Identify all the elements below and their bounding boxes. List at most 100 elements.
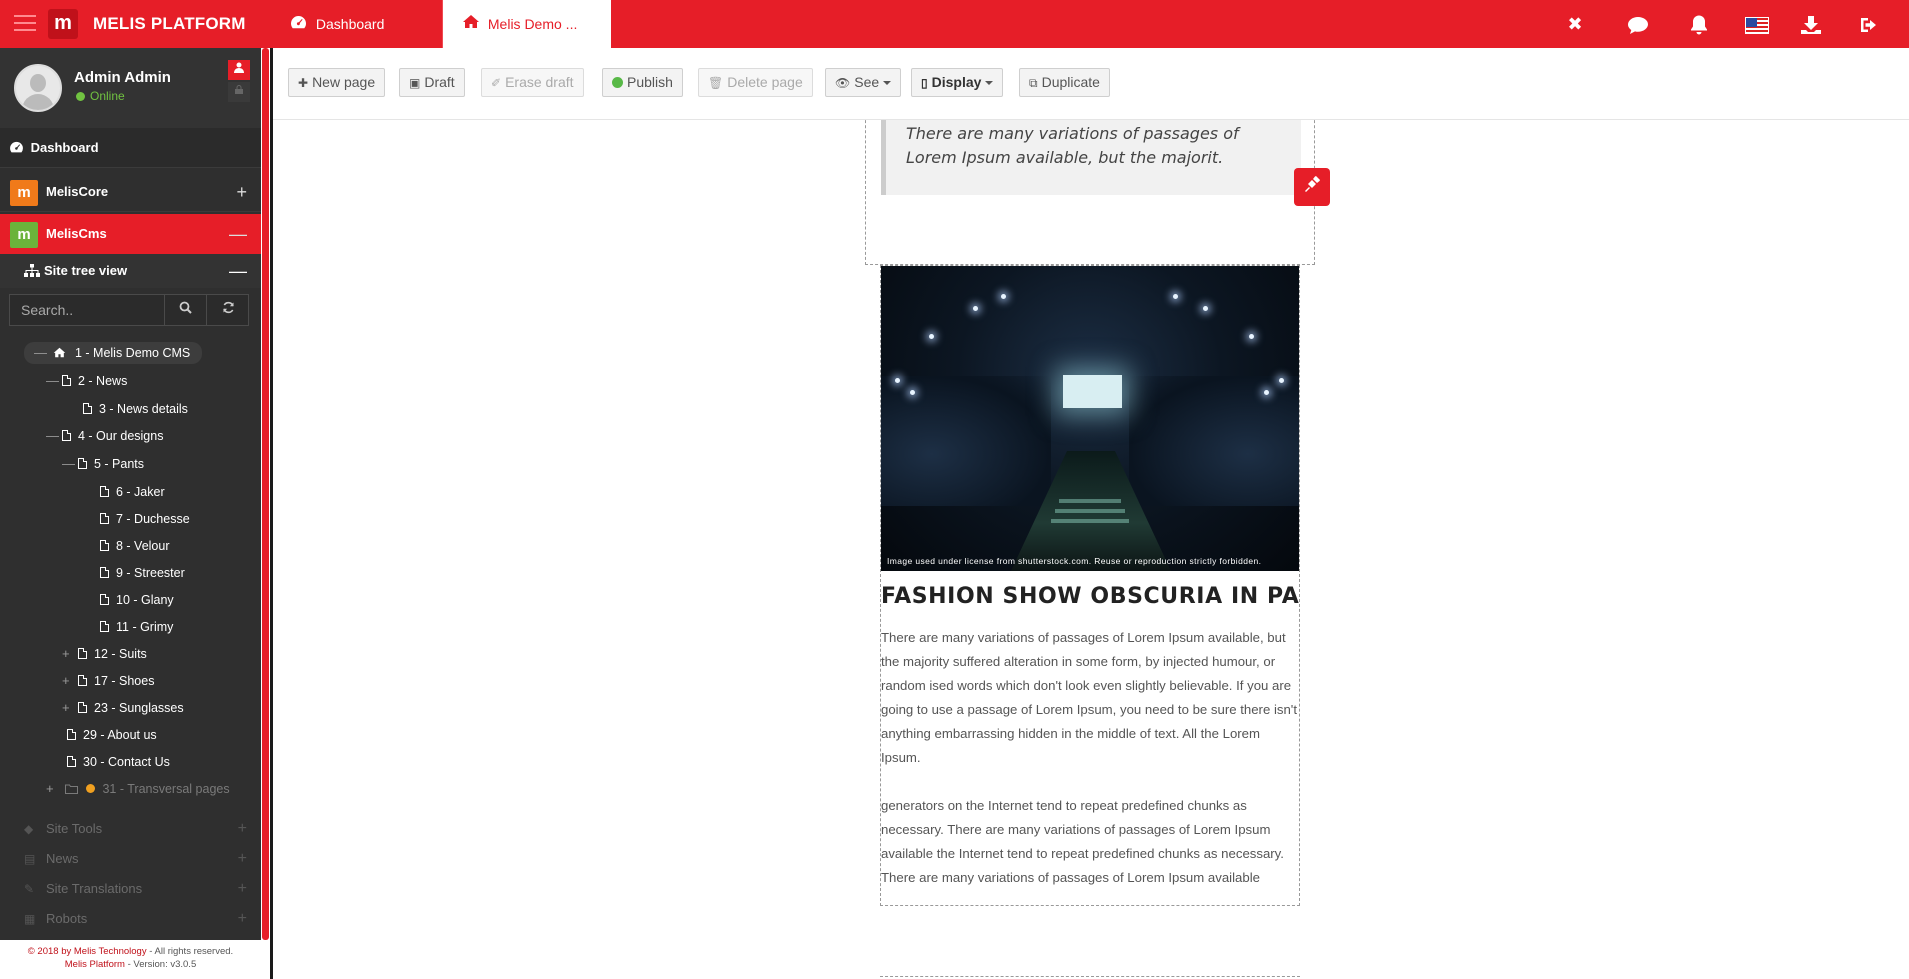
collapse-icon[interactable]: — (229, 214, 247, 254)
refresh-icon[interactable] (207, 295, 249, 325)
home-icon (53, 346, 71, 360)
search-input[interactable] (10, 295, 165, 325)
plugin-icon[interactable] (1294, 168, 1330, 206)
expand-icon[interactable]: + (62, 697, 78, 719)
tab-melis-demo[interactable]: Melis Demo ... (443, 0, 611, 48)
sidebar-item-label: Robots (46, 911, 88, 926)
user-name: Admin Admin (74, 69, 171, 86)
new-page-button[interactable]: ✚ New page (288, 68, 386, 97)
tree-node[interactable]: 8 - Velour (100, 535, 170, 557)
tree-node[interactable]: + 31 - Transversal pages (46, 778, 230, 800)
page-icon (78, 648, 87, 659)
duplicate-button[interactable]: ⧉ Duplicate (1019, 68, 1110, 97)
delete-page-label: Delete page (727, 74, 803, 90)
tree-node[interactable]: — 2 - News (46, 370, 127, 392)
stage-lamp (1279, 378, 1284, 383)
sidebar-item-site-translations[interactable]: ✎ Site Translations + (0, 874, 261, 904)
tree-node-label: 1 - Melis Demo CMS (74, 346, 191, 360)
tree-node[interactable]: 7 - Duchesse (100, 508, 190, 530)
blockquote[interactable]: There are many variations of passages of… (881, 120, 1301, 195)
article-block[interactable]: Image used under license from shuttersto… (880, 265, 1300, 906)
tree-node[interactable]: 9 - Streester (100, 562, 185, 584)
tree-node-label: 17 - Shoes (94, 674, 155, 688)
tree-node[interactable]: 10 - Glany (100, 589, 174, 611)
copyright-text: © 2018 by Melis Technology (27, 946, 147, 957)
tree-node[interactable]: 30 - Contact Us (67, 751, 170, 773)
tree-node[interactable]: 29 - About us (67, 724, 157, 746)
chat-icon[interactable] (1609, 0, 1667, 48)
sidebar-item-meliscore[interactable]: m MelisCore + (0, 172, 261, 212)
stage-lamp (1264, 390, 1269, 395)
article-paragraph[interactable]: There are many variations of passages of… (881, 626, 1299, 770)
expand-icon[interactable]: + (236, 172, 247, 212)
search-icon[interactable] (165, 295, 207, 325)
expand-icon[interactable]: + (238, 814, 247, 844)
sidebar-item-news[interactable]: ▤ News + (0, 844, 261, 874)
stage-lamp (1001, 294, 1006, 299)
hero-image[interactable]: Image used under license from shuttersto… (881, 266, 1299, 571)
sidebar-scrollbar[interactable] (262, 48, 269, 940)
expand-icon[interactable]: + (62, 643, 78, 665)
page-icon (67, 756, 76, 767)
avatar[interactable] (14, 64, 62, 112)
version-text: - Version: v3.0.5 (124, 959, 197, 970)
bell-icon[interactable] (1670, 0, 1728, 48)
page-icon (83, 403, 92, 414)
tree-node-label: 2 - News (78, 374, 128, 388)
expand-icon[interactable]: + (238, 844, 247, 874)
tree-node[interactable]: — 4 - Our designs (46, 425, 163, 447)
display-dropdown[interactable]: ▯ Display (911, 68, 1004, 97)
page-preview: There are many variations of passages of… (273, 120, 1909, 979)
collapse-icon[interactable]: — (62, 453, 78, 475)
page-icon (78, 702, 87, 713)
lock-icon[interactable] (228, 82, 250, 102)
article-title[interactable]: FASHION SHOW OBSCURIA IN PA... (881, 584, 1299, 609)
sidebar-item-meliscms[interactable]: m MelisCms — (0, 214, 261, 254)
sidebar-item-label: Dashboard (30, 140, 99, 155)
us-flag-icon[interactable] (1728, 0, 1786, 48)
expand-icon[interactable]: + (238, 904, 247, 934)
tree-node[interactable]: 6 - Jaker (100, 481, 165, 503)
tree-node-label: 29 - About us (83, 728, 157, 742)
tree-node[interactable]: 3 - News details (83, 398, 188, 420)
download-icon[interactable] (1782, 0, 1840, 48)
collapse-icon[interactable]: — (46, 370, 62, 392)
tree-node[interactable]: +12 - Suits (62, 643, 147, 665)
article-paragraph[interactable]: generators on the Internet tend to repea… (881, 794, 1299, 890)
user-profile-icon[interactable] (228, 60, 250, 80)
erase-draft-button[interactable]: ✐ Erase draft (481, 68, 584, 97)
see-label: See (854, 74, 880, 90)
tree-node[interactable]: — 5 - Pants (62, 453, 144, 475)
sidebar-footer: © 2018 by Melis Technology - All rights … (0, 940, 261, 979)
delete-page-button[interactable]: 🗑 Delete page (698, 68, 813, 97)
expand-icon[interactable]: + (238, 874, 247, 904)
site-tree-view-header[interactable]: Site tree view — (0, 254, 261, 288)
eraser-icon: ✐ (491, 76, 502, 90)
see-dropdown[interactable]: 👁 See (825, 68, 902, 97)
draft-button[interactable]: ▣ Draft (399, 68, 465, 97)
crowd-left (881, 376, 1051, 506)
expand-icon[interactable]: + (62, 670, 78, 692)
tree-node[interactable]: +17 - Shoes (62, 670, 154, 692)
sidebar-item-site-tools[interactable]: ◆ Site Tools + (0, 814, 261, 844)
trash-icon: 🗑 (708, 76, 724, 90)
page-icon (78, 675, 87, 686)
tab-dashboard[interactable]: Dashboard (272, 0, 442, 48)
tree-node[interactable]: 11 - Grimy (100, 616, 173, 638)
newspaper-icon: ▤ (24, 852, 36, 866)
menu-toggle-icon[interactable] (14, 15, 36, 33)
sidebar-item-dashboard[interactable]: Dashboard (0, 128, 261, 168)
collapse-icon[interactable]: — (34, 342, 50, 364)
page-icon (100, 486, 109, 497)
publish-button[interactable]: Publish (602, 68, 683, 97)
tree-node[interactable]: — 1 - Melis Demo CMS (24, 342, 203, 364)
sidebar-item-robots[interactable]: ▦ Robots + (0, 904, 261, 934)
collapse-icon[interactable]: — (46, 425, 62, 447)
expand-icon[interactable]: + (46, 778, 62, 800)
close-icon[interactable]: ✖ (1546, 0, 1604, 48)
page-icon (100, 540, 109, 551)
logout-icon[interactable] (1841, 0, 1899, 48)
status-dot (85, 784, 95, 793)
collapse-icon[interactable]: — (229, 254, 247, 288)
tree-node[interactable]: +23 - Sunglasses (62, 697, 184, 719)
